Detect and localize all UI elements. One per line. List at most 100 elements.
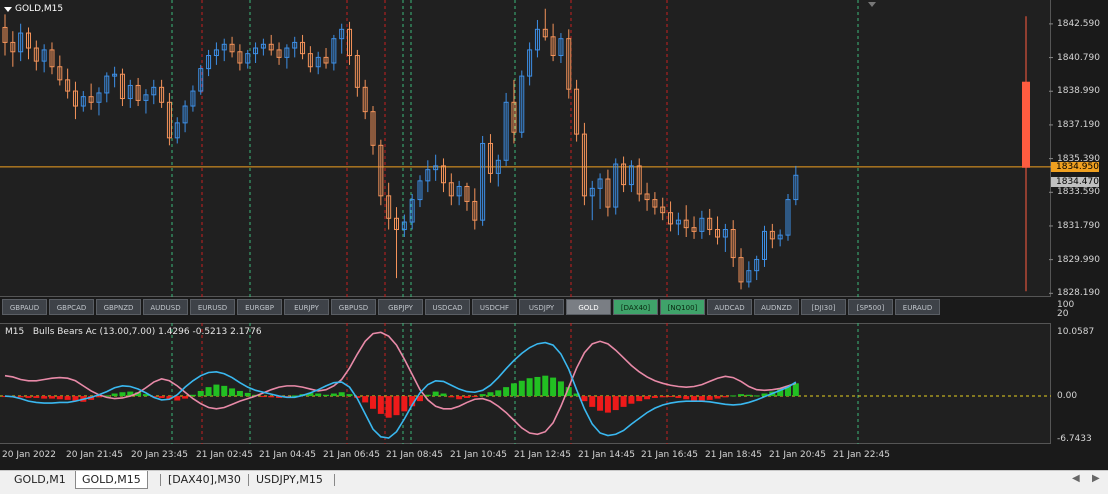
tab-gold-m1[interactable]: GOLD,M1: [8, 471, 72, 489]
histogram-bar: [675, 396, 682, 398]
symbol-button-sp500[interactable]: [SP500]: [848, 299, 893, 315]
time-axis-label: 20 Jan 21:45: [66, 450, 123, 460]
symbol-button-usdjpy[interactable]: USDJPY: [519, 299, 564, 315]
histogram-bar: [471, 396, 478, 398]
histogram-bar: [338, 392, 345, 397]
histogram-bar: [683, 396, 690, 400]
candlestick-chart: [0, 0, 1053, 297]
histogram-bar: [213, 384, 220, 397]
symbol-button-audnzd[interactable]: AUDNZD: [754, 299, 799, 315]
time-axis-label: 21 Jan 22:45: [833, 450, 890, 460]
symbol-button-usdchf[interactable]: USDCHF: [472, 299, 517, 315]
oscillator-title: M15 Bulls Bears Ac (13.00,7.00) 1.4296 -…: [5, 327, 262, 337]
histogram-bar: [260, 396, 267, 398]
price-axis-label: 1831.790: [1057, 220, 1100, 231]
histogram-bar: [158, 396, 165, 398]
histogram-bar: [440, 393, 447, 397]
histogram-bar: [644, 396, 651, 400]
time-axis-label: 21 Jan 20:45: [769, 450, 826, 460]
symbol-button-audcad[interactable]: AUDCAD: [707, 299, 752, 315]
symbol-button-gbpusd[interactable]: GBPUSD: [331, 299, 376, 315]
time-axis-label: 20 Jan 23:45: [131, 450, 188, 460]
histogram-bar: [205, 387, 212, 397]
symbol-button-eurusd[interactable]: EURUSD: [190, 299, 235, 315]
histogram-bar: [510, 383, 517, 397]
tab-usdjpy-m15[interactable]: USDJPY,M15: [250, 471, 329, 489]
histogram-bar: [651, 396, 658, 398]
osc-val1: 1.4296: [158, 327, 190, 337]
tab-separator: [160, 474, 161, 486]
scroll-left-icon[interactable]: ◀: [1072, 473, 1080, 484]
histogram-bar: [377, 396, 384, 414]
oscillator-axis-label: -6.7433: [1057, 434, 1092, 444]
time-axis-label: 21 Jan 02:45: [196, 450, 253, 460]
symbol-button-audusd[interactable]: AUDUSD: [143, 299, 188, 315]
tab-separator: [248, 474, 249, 486]
histogram-bar: [236, 390, 243, 397]
histogram-bar: [221, 385, 228, 397]
histogram-bar: [738, 394, 745, 397]
histogram-bar: [370, 396, 377, 409]
histogram-bar: [667, 396, 674, 398]
symbol-button-eurjpy[interactable]: EURJPY: [284, 299, 329, 315]
osc-val2: -0.5213: [192, 327, 228, 337]
histogram-bar: [25, 396, 32, 398]
time-axis-label: 21 Jan 12:45: [514, 450, 571, 460]
price-axis-label: 1828.190: [1057, 288, 1100, 299]
symbol-button-dji30[interactable]: [DJI30]: [801, 299, 846, 315]
histogram-bar: [628, 396, 635, 404]
symbol-button-gbpnzd[interactable]: GBPNZD: [96, 299, 141, 315]
time-axis-label: 21 Jan 08:45: [386, 450, 443, 460]
histogram-bar: [197, 390, 204, 397]
higher-tf-bar-body: [1022, 81, 1030, 168]
histogram-bar: [620, 396, 627, 407]
symbol-button-gbpaud[interactable]: GBPAUD: [2, 299, 47, 315]
scroll-right-icon[interactable]: ▶: [1092, 473, 1100, 484]
symbol-button-gold[interactable]: GOLD: [566, 299, 611, 315]
chart-tabs-bar: GOLD,M1 GOLD,M15 [DAX40],M30 USDJPY,M15 …: [0, 470, 1108, 494]
histogram-bar: [659, 396, 666, 398]
histogram-bar: [518, 380, 525, 397]
time-axis-label: 21 Jan 14:45: [578, 450, 635, 460]
histogram-bar: [323, 394, 330, 397]
symbol-button-gbpcad[interactable]: GBPCAD: [49, 299, 94, 315]
chart-shift-marker-icon[interactable]: [868, 2, 876, 7]
chart-symbol-title[interactable]: GOLD,M15: [4, 4, 63, 14]
histogram-bar: [745, 394, 752, 397]
histogram-bar: [64, 396, 71, 400]
histogram-bar: [17, 396, 24, 398]
symbol-button-usdcad[interactable]: USDCAD: [425, 299, 470, 315]
tab-gold-m15[interactable]: GOLD,M15: [75, 471, 148, 489]
time-axis-label: 21 Jan 06:45: [323, 450, 380, 460]
histogram-bar: [456, 396, 463, 400]
histogram-bar: [111, 393, 118, 397]
histogram-bar: [753, 395, 760, 397]
price-axis-label: 1833.590: [1057, 187, 1100, 198]
histogram-bar: [463, 396, 470, 398]
histogram-bar: [503, 387, 510, 397]
chart-symbol-label: GOLD,M15: [15, 4, 64, 14]
histogram-bar: [542, 375, 549, 397]
histogram-bar: [792, 383, 799, 397]
price-axis-label: 1837.190: [1057, 119, 1100, 130]
bid-price-tag: 1834.470: [1051, 176, 1099, 187]
time-axis: 20 Jan 2022 20 Jan 21:45 20 Jan 23:45 21 Ja…: [0, 445, 1051, 465]
histogram-bar: [730, 395, 737, 397]
symbol-button-eurgbp[interactable]: EURGBP: [237, 299, 282, 315]
histogram-bar: [330, 393, 337, 397]
dropdown-triangle-icon[interactable]: [4, 6, 12, 12]
osc-name: Bulls Bears Ac: [32, 327, 97, 337]
histogram-bar: [722, 396, 729, 398]
symbol-button-dax40[interactable]: [DAX40]: [613, 299, 658, 315]
time-axis-label: 21 Jan 04:45: [259, 450, 316, 460]
time-axis-label: 21 Jan 10:45: [450, 450, 507, 460]
histogram-bar: [33, 396, 40, 398]
histogram-bar: [589, 396, 596, 407]
histogram-bar: [604, 396, 611, 413]
tab-dax40-m30[interactable]: [DAX40],M30: [162, 471, 247, 489]
histogram-bar: [706, 396, 713, 400]
symbol-button-euraud[interactable]: EURAUD: [895, 299, 940, 315]
symbol-button-gbpjpy[interactable]: GBPJPY: [378, 299, 423, 315]
ask-price-tag: 1834.950: [1051, 161, 1099, 172]
symbol-button-nq100[interactable]: [NQ100]: [660, 299, 705, 315]
